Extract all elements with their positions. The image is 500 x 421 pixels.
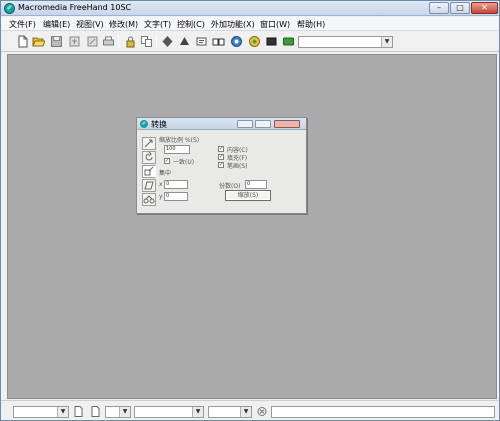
x-label: x [159,181,163,188]
copies-input[interactable]: 0 [245,180,267,189]
zoom-dropdown[interactable]: ▼ [13,406,69,418]
center-y-input[interactable]: 0 [164,192,188,201]
toolbar-dropdown[interactable]: ▼ [298,36,393,48]
menu-control[interactable]: 控制(C) [177,19,205,30]
move-tool-tab[interactable] [142,137,156,150]
skew-icon [144,181,154,190]
view-mode-dropdown[interactable]: ▼ [134,406,204,418]
lock-icon[interactable] [124,35,137,48]
menu-view[interactable]: 视图(V) [76,19,104,30]
panel-title: 转换 [151,120,167,129]
scale-tool-tab[interactable] [142,165,156,178]
fills-checkbox[interactable]: ✓ [218,154,224,160]
magic-icon[interactable] [230,35,243,48]
chevron-down-icon[interactable]: ▼ [119,407,130,417]
menu-window[interactable]: 窗口(W) [260,19,290,30]
status-bar: ▼ ▼ ▼ ▼ [1,400,499,420]
page-dropdown[interactable]: ▼ [105,406,131,418]
center-x-input[interactable]: 0 [164,180,188,189]
symbols-icon[interactable] [178,35,191,48]
menu-help[interactable]: 帮助(H) [297,19,325,30]
panel-maximize-button[interactable] [255,120,271,128]
menu-xtras[interactable]: 外加功能(X) [211,19,255,30]
export-icon[interactable] [86,35,99,48]
contents-checkbox[interactable]: ✓ [218,146,224,152]
open-folder-icon[interactable] [32,35,45,48]
chevron-down-icon[interactable]: ▼ [192,407,203,417]
document-workspace[interactable] [7,54,497,399]
scale-icon [144,166,154,176]
rotate-tool-tab[interactable] [142,151,156,164]
strokes-label: 笔画(S) [227,163,248,170]
transform-panel-title-bar[interactable]: ✐ 转换 [137,118,306,130]
copy-icon[interactable] [140,35,153,48]
rotate-icon [145,151,153,161]
new-document-icon[interactable] [16,35,29,48]
cancel-render-icon[interactable] [257,406,267,417]
chevron-down-icon[interactable]: ▼ [240,407,251,417]
menu-file[interactable]: 文件(F) [9,19,36,30]
toolbar-separator [156,35,157,49]
uniform-label: 一致(U) [173,159,195,166]
units-dropdown[interactable]: ▼ [208,406,252,418]
menu-bar: 文件(F) 编辑(E) 视图(V) 修改(M) 文字(T) 控制(C) 外加功能… [1,17,499,31]
reflect-tool-tab[interactable] [142,193,156,206]
move-icon [144,139,153,148]
scale-percent-input[interactable]: 100 [164,145,190,154]
main-toolbar: ▼ [1,32,499,52]
layer-icon[interactable] [282,35,295,48]
y-label: y [159,193,163,200]
panel-minimize-button[interactable] [237,120,253,128]
center-label: 集中 [159,170,172,177]
status-readout [271,406,495,418]
skew-tool-tab[interactable] [142,179,156,192]
menu-text[interactable]: 文字(T) [144,19,171,30]
uniform-checkbox[interactable]: ✓ [164,158,170,164]
next-page-icon[interactable] [91,406,100,417]
freehand-panel-icon: ✐ [140,120,148,128]
swatches-icon[interactable] [265,35,278,48]
close-button[interactable]: ✕ [471,2,498,14]
strokes-checkbox[interactable]: ✓ [218,162,224,168]
minimize-button[interactable]: – [429,2,449,14]
color-mixer-icon[interactable] [248,35,261,48]
reflect-icon [143,195,155,204]
copies-label: 份数(O) [219,183,241,190]
maximize-button[interactable]: □ [450,2,470,14]
save-icon[interactable] [50,35,63,48]
freehand-app-icon[interactable]: ✐ [4,3,15,14]
title-bar[interactable]: ✐ Macromedia FreeHand 10SC – □ ✕ [1,1,499,16]
chevron-down-icon[interactable]: ▼ [381,37,392,47]
chevron-down-icon[interactable]: ▼ [57,407,68,417]
menu-edit[interactable]: 编辑(E) [43,19,70,30]
scale-percent-label: 缩放比例 %(S) [159,137,200,144]
text-edit-icon[interactable] [195,35,208,48]
menu-modify[interactable]: 修改(M) [109,19,138,30]
window-title: Macromedia FreeHand 10SC [18,3,132,12]
toolbar-separator [118,35,119,49]
library-icon[interactable] [212,35,225,48]
print-icon[interactable] [102,35,115,48]
import-icon[interactable] [68,35,81,48]
app-window: ✐ Macromedia FreeHand 10SC – □ ✕ 文件(F) 编… [0,0,500,421]
scale-apply-button[interactable]: 缩放(S) [225,190,271,201]
panel-close-button[interactable] [274,120,300,128]
align-icon[interactable] [161,35,174,48]
previous-page-icon[interactable] [74,406,83,417]
